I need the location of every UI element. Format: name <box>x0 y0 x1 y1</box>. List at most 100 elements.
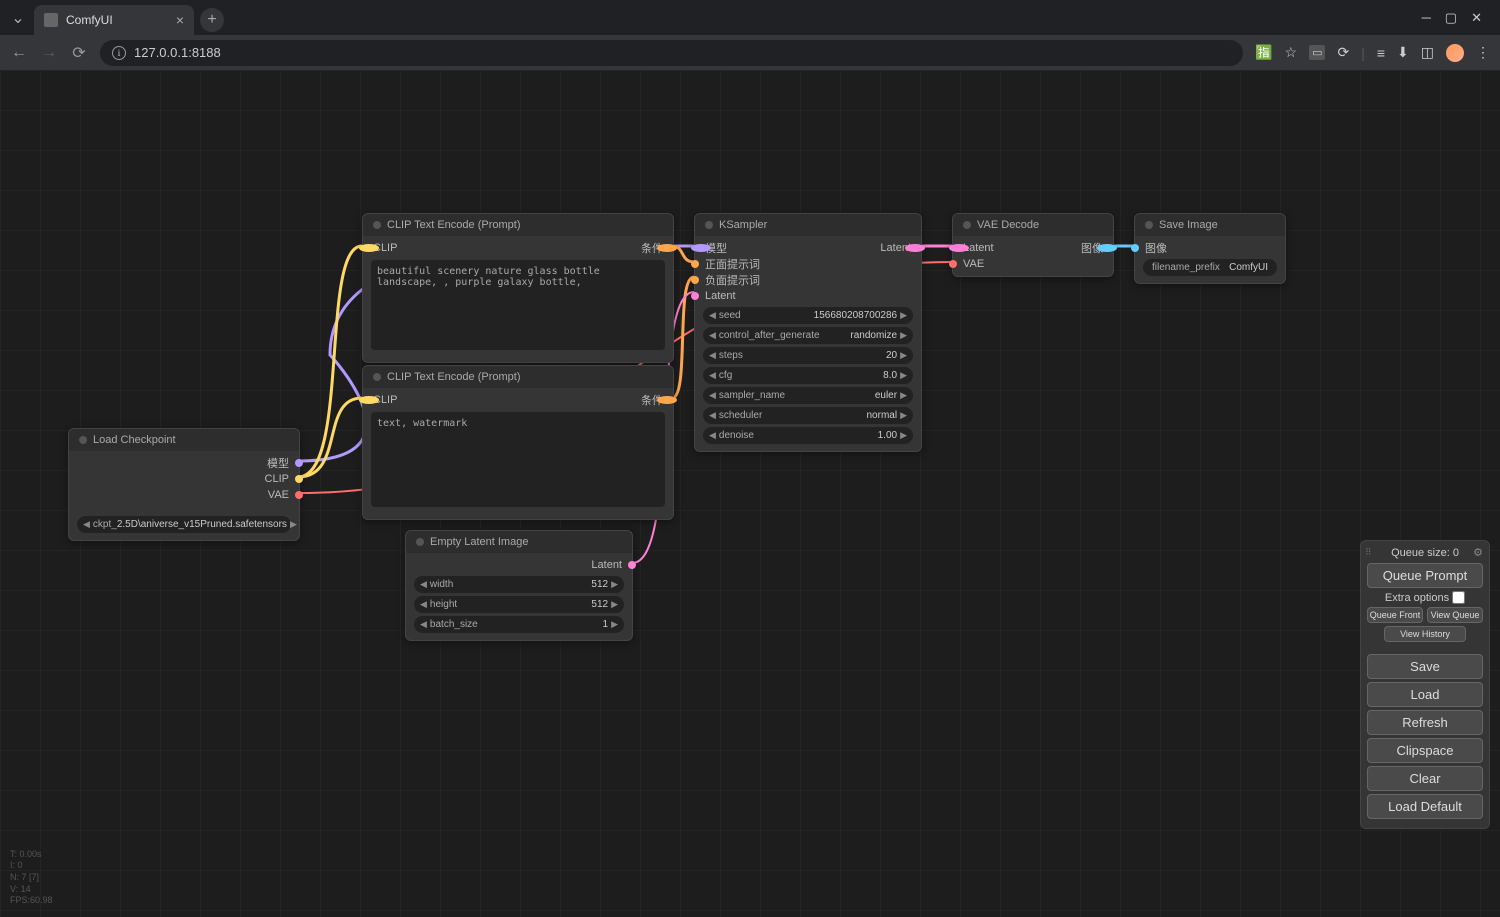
menu-icon[interactable]: ⋮ <box>1476 44 1490 61</box>
site-info-icon[interactable]: i <box>112 46 126 60</box>
widget-batch_size[interactable]: ◀batch_size1▶ <box>414 616 624 633</box>
widget-ckpt-name[interactable]: ◀ ckpt_ 2.5D\aniverse_v15Pruned.safetens… <box>77 516 291 533</box>
output-vae[interactable]: VAE <box>69 487 299 503</box>
collapse-icon[interactable] <box>416 538 424 546</box>
next-arrow-icon[interactable]: ▶ <box>900 390 907 401</box>
input-model-dot[interactable] <box>691 244 711 252</box>
prompt-textarea[interactable]: beautiful scenery nature glass bottle la… <box>371 260 665 350</box>
output-model[interactable]: 模型 <box>69 455 299 471</box>
back-button[interactable]: ← <box>10 44 28 62</box>
view-queue-button[interactable]: View Queue <box>1427 607 1483 623</box>
node-header[interactable]: CLIP Text Encode (Prompt) <box>363 366 673 388</box>
widget-cfg[interactable]: ◀cfg8.0▶ <box>703 367 913 384</box>
widget-scheduler[interactable]: ◀schedulernormal▶ <box>703 407 913 424</box>
next-arrow-icon[interactable]: ▶ <box>611 619 618 630</box>
node-clip-text-encode-positive[interactable]: CLIP Text Encode (Prompt) CLIP 条件 beauti… <box>362 213 674 363</box>
output-image-dot[interactable] <box>1097 244 1117 252</box>
browser-tab[interactable]: ComfyUI × <box>34 5 194 35</box>
prev-arrow-icon[interactable]: ◀ <box>709 310 716 321</box>
close-window-button[interactable]: ✕ <box>1471 10 1482 26</box>
extension2-icon[interactable]: ⟳ <box>1337 44 1349 61</box>
input-clip-dot[interactable] <box>359 244 379 252</box>
prev-arrow-icon[interactable]: ◀ <box>420 599 427 610</box>
input-negative[interactable]: 负面提示词 <box>695 272 921 288</box>
save-button[interactable]: Save <box>1367 654 1483 679</box>
download-icon[interactable]: ⬇ <box>1397 44 1409 61</box>
output-cond-dot[interactable] <box>657 396 677 404</box>
next-arrow-icon[interactable]: ▶ <box>290 519 297 530</box>
next-arrow-icon[interactable]: ▶ <box>900 430 907 441</box>
node-save-image[interactable]: Save Image 图像 filename_prefix ComfyUI <box>1134 213 1286 284</box>
next-arrow-icon[interactable]: ▶ <box>900 310 907 321</box>
minimize-button[interactable]: ─ <box>1422 10 1431 26</box>
node-header[interactable]: Save Image <box>1135 214 1285 236</box>
refresh-button[interactable]: Refresh <box>1367 710 1483 735</box>
node-load-checkpoint[interactable]: Load Checkpoint 模型 CLIP VAE ◀ ckpt_ 2.5D… <box>68 428 300 541</box>
widget-sampler_name[interactable]: ◀sampler_nameeuler▶ <box>703 387 913 404</box>
next-arrow-icon[interactable]: ▶ <box>900 410 907 421</box>
next-arrow-icon[interactable]: ▶ <box>611 579 618 590</box>
extra-options-toggle[interactable]: Extra options <box>1367 591 1483 604</box>
bookmark-icon[interactable]: ☆ <box>1285 44 1298 61</box>
extra-options-checkbox[interactable] <box>1452 591 1465 604</box>
prev-arrow-icon[interactable]: ◀ <box>420 619 427 630</box>
view-history-button[interactable]: View History <box>1384 626 1465 642</box>
profile-avatar[interactable] <box>1446 44 1464 62</box>
translate-icon[interactable]: 🈯 <box>1255 44 1272 61</box>
input-latent[interactable]: Latent <box>695 288 921 304</box>
prev-arrow-icon[interactable]: ◀ <box>709 410 716 421</box>
widget-control_after_generate[interactable]: ◀control_after_generaterandomize▶ <box>703 327 913 344</box>
node-header[interactable]: VAE Decode <box>953 214 1113 236</box>
node-vae-decode[interactable]: VAE Decode Latent 图像 VAE <box>952 213 1114 277</box>
input-positive[interactable]: 正面提示词 <box>695 256 921 272</box>
node-header[interactable]: CLIP Text Encode (Prompt) <box>363 214 673 236</box>
output-latent-dot[interactable] <box>905 244 925 252</box>
widget-height[interactable]: ◀height512▶ <box>414 596 624 613</box>
queue-prompt-button[interactable]: Queue Prompt <box>1367 563 1483 588</box>
node-header[interactable]: Empty Latent Image <box>406 531 632 553</box>
output-clip[interactable]: CLIP <box>69 471 299 487</box>
prev-arrow-icon[interactable]: ◀ <box>709 350 716 361</box>
widget-seed[interactable]: ◀seed156680208700286▶ <box>703 307 913 324</box>
next-arrow-icon[interactable]: ▶ <box>900 330 907 341</box>
node-header[interactable]: KSampler <box>695 214 921 236</box>
prev-arrow-icon[interactable]: ◀ <box>83 519 90 530</box>
node-empty-latent-image[interactable]: Empty Latent Image Latent ◀width512▶◀hei… <box>405 530 633 641</box>
playlist-icon[interactable]: ≡ <box>1377 45 1385 61</box>
widget-filename-prefix[interactable]: filename_prefix ComfyUI <box>1143 259 1277 276</box>
extension1-icon[interactable]: ▭ <box>1309 45 1325 60</box>
drag-handle-icon[interactable]: ⠿ <box>1365 547 1372 558</box>
address-bar[interactable]: i 127.0.0.1:8188 <box>100 40 1243 66</box>
input-clip-dot[interactable] <box>359 396 379 404</box>
maximize-button[interactable]: ▢ <box>1445 10 1457 26</box>
widget-denoise[interactable]: ◀denoise1.00▶ <box>703 427 913 444</box>
collapse-icon[interactable] <box>705 221 713 229</box>
node-clip-text-encode-negative[interactable]: CLIP Text Encode (Prompt) CLIP 条件 text, … <box>362 365 674 520</box>
output-cond-dot[interactable] <box>657 244 677 252</box>
collapse-icon[interactable] <box>1145 221 1153 229</box>
widget-width[interactable]: ◀width512▶ <box>414 576 624 593</box>
settings-gear-icon[interactable]: ⚙ <box>1473 546 1483 559</box>
load-button[interactable]: Load <box>1367 682 1483 707</box>
forward-button[interactable]: → <box>40 44 58 62</box>
load-default-button[interactable]: Load Default <box>1367 794 1483 819</box>
node-canvas[interactable]: Load Checkpoint 模型 CLIP VAE ◀ ckpt_ 2.5D… <box>0 70 1500 917</box>
tab-dropdown-button[interactable]: ⌄ <box>8 8 28 28</box>
new-tab-button[interactable]: + <box>200 8 224 32</box>
collapse-icon[interactable] <box>373 373 381 381</box>
prompt-textarea[interactable]: text, watermark <box>371 412 665 507</box>
next-arrow-icon[interactable]: ▶ <box>611 599 618 610</box>
node-ksampler[interactable]: KSampler 模型 Latent 正面提示词 负面提示词 Latent ◀s… <box>694 213 922 452</box>
input-latent-dot[interactable] <box>949 244 969 252</box>
widget-steps[interactable]: ◀steps20▶ <box>703 347 913 364</box>
prev-arrow-icon[interactable]: ◀ <box>709 430 716 441</box>
prev-arrow-icon[interactable]: ◀ <box>420 579 427 590</box>
reload-button[interactable]: ⟳ <box>70 43 88 63</box>
next-arrow-icon[interactable]: ▶ <box>900 350 907 361</box>
input-image[interactable]: 图像 <box>1135 240 1285 256</box>
prev-arrow-icon[interactable]: ◀ <box>709 330 716 341</box>
prev-arrow-icon[interactable]: ◀ <box>709 390 716 401</box>
clear-button[interactable]: Clear <box>1367 766 1483 791</box>
next-arrow-icon[interactable]: ▶ <box>900 370 907 381</box>
queue-front-button[interactable]: Queue Front <box>1367 607 1423 623</box>
